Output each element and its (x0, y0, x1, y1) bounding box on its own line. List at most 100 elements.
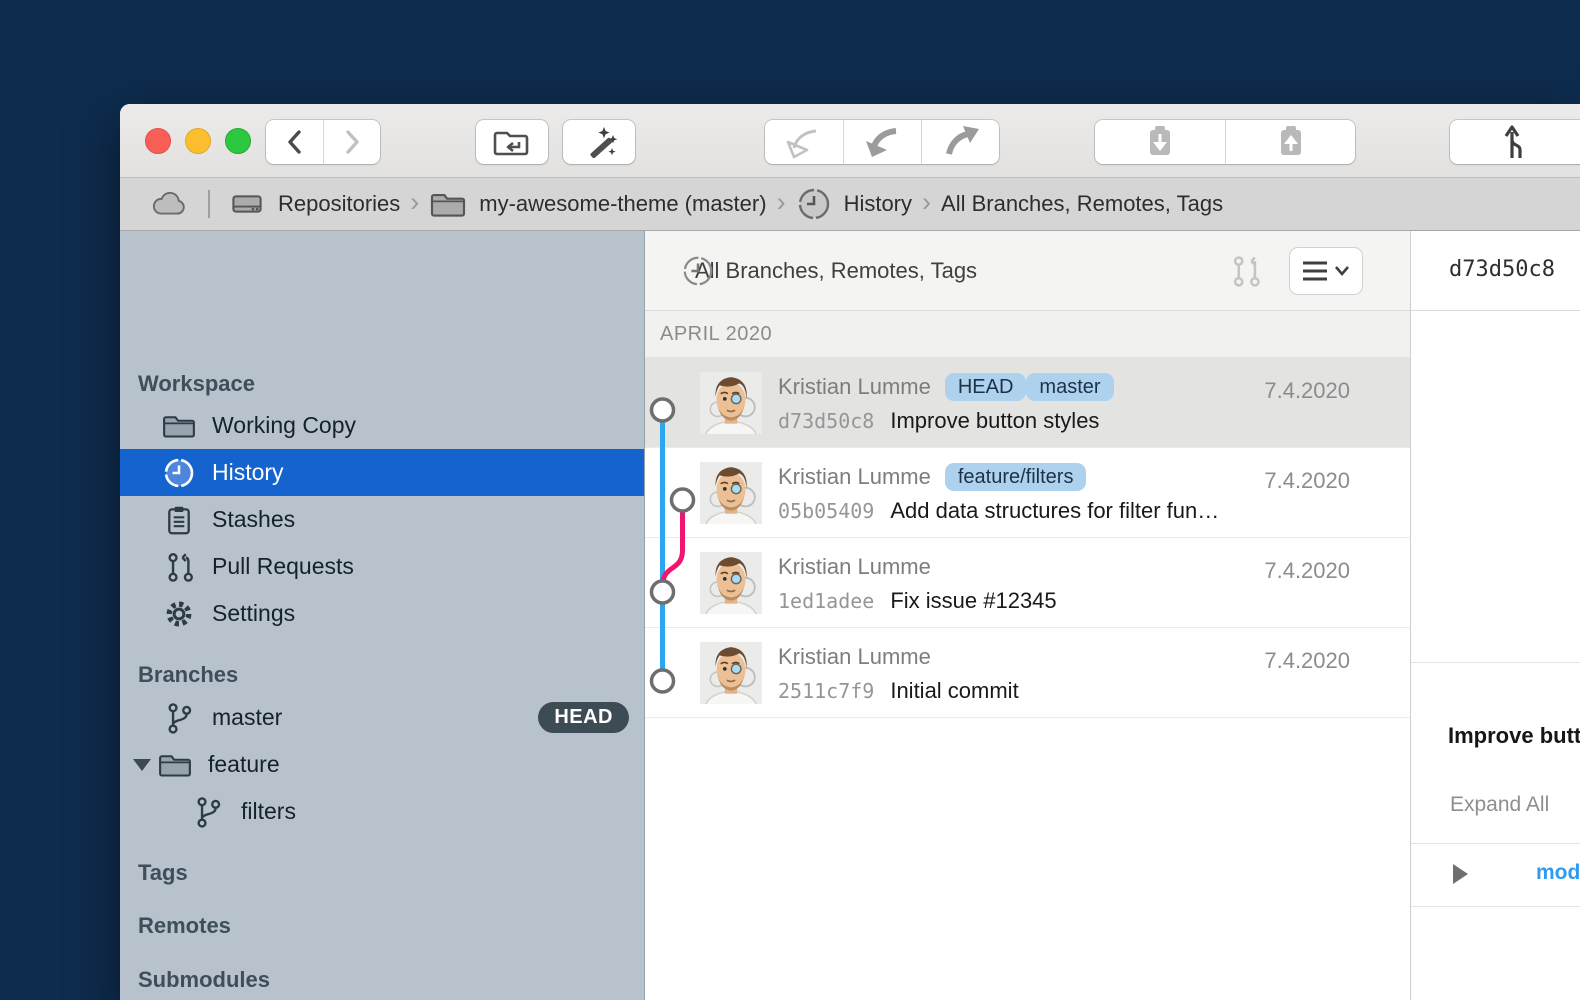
minimize-window-button[interactable] (185, 128, 211, 154)
ref-badge[interactable]: master (1026, 373, 1113, 401)
sidebar-item-branch-master[interactable]: master HEAD (120, 694, 644, 741)
history-clock-icon (796, 186, 832, 222)
commit-row[interactable]: Kristian Lumme feature/filters 05b05409 … (645, 448, 1410, 538)
folder-icon (429, 188, 467, 220)
chevron-right-icon (335, 125, 369, 159)
commit-info: Kristian Lumme HEADmaster d73d50c8 Impro… (778, 371, 1114, 434)
ref-badge[interactable]: feature/filters (945, 463, 1087, 491)
repositories-drive-icon (228, 187, 266, 221)
close-window-button[interactable] (145, 128, 171, 154)
changed-file-status-link[interactable]: modified (1536, 861, 1580, 885)
sidebar-item-stashes[interactable]: Stashes (120, 496, 644, 543)
detail-field-label: Commit ID (1428, 533, 1580, 557)
commit-date: 7.4.2020 (1264, 468, 1350, 494)
avatar (700, 372, 762, 434)
open-repository-button[interactable] (476, 120, 548, 164)
author-avatar-image (700, 642, 762, 704)
date-group-label: APRIL 2020 (660, 323, 772, 346)
pull-request-icon (163, 551, 195, 583)
commit-author: Kristian Lumme (778, 644, 931, 670)
ref-badge[interactable]: HEAD (945, 373, 1027, 401)
author-avatar-image (700, 462, 762, 524)
cloud-icon[interactable] (148, 188, 188, 220)
breadcrumb-item-repositories[interactable]: Repositories (228, 187, 400, 221)
sidebar-item-branch-filters[interactable]: filters (120, 788, 644, 835)
sidebar-item-working-copy[interactable]: Working Copy (120, 402, 644, 449)
author-avatar-image (700, 372, 762, 434)
folder-icon (163, 410, 195, 442)
detail-commit-message: Improve button styles (1448, 723, 1580, 749)
detail-field-label: Author (1428, 333, 1580, 357)
disclosure-triangle-icon[interactable] (133, 759, 151, 771)
commit-date: 7.4.2020 (1264, 648, 1350, 674)
back-button[interactable] (266, 120, 323, 164)
commit-list: Kristian Lumme HEADmaster d73d50c8 Impro… (645, 358, 1410, 718)
sidebar-section-remotes[interactable]: Remotes (138, 913, 231, 939)
commit-badges: HEADmaster (945, 376, 1114, 399)
commit-badges: feature/filters (945, 466, 1087, 489)
panel-divider (1411, 310, 1580, 311)
sidebar-section-submodules[interactable]: Submodules (138, 967, 270, 993)
merge-group (1450, 120, 1580, 164)
detail-field-label: Parent IDs (1428, 573, 1580, 597)
author-avatar-image (700, 552, 762, 614)
breadcrumb-label: Repositories (278, 191, 400, 217)
chevron-down-icon (1334, 265, 1350, 277)
commit-date: 7.4.2020 (1264, 558, 1350, 584)
sidebar-item-pull-requests[interactable]: Pull Requests (120, 543, 644, 590)
clock-icon (681, 254, 715, 288)
commit-detail-panel: d73d50c8 Author Author Date Committer Commi… (1410, 231, 1580, 1000)
stash-group (1095, 120, 1355, 164)
sidebar-item-label: filters (241, 798, 296, 825)
sidebar-item-label: Stashes (212, 506, 295, 533)
commit-hash: d73d50c8 (778, 409, 874, 433)
expand-all-button[interactable]: Expand All (1450, 793, 1549, 817)
undo-all-button[interactable] (765, 120, 843, 164)
sidebar-item-label: master (212, 704, 282, 731)
detail-field-label: Author Date (1428, 373, 1580, 397)
commit-author: Kristian Lumme (778, 464, 931, 490)
avatar (700, 462, 762, 524)
sidebar-item-label: feature (208, 751, 280, 778)
breadcrumb-item-repository[interactable]: my-awesome-theme (master) (429, 188, 766, 220)
clock-icon (163, 457, 195, 489)
sidebar-section-tags[interactable]: Tags (138, 860, 188, 886)
undo-icon (861, 120, 905, 164)
sidebar-item-branch-folder-feature[interactable]: feature (120, 741, 644, 788)
commit-row[interactable]: Kristian Lumme 1ed1adee Fix issue #12345… (645, 538, 1410, 628)
avatar (700, 642, 762, 704)
date-group-header: APRIL 2020 (645, 311, 1410, 358)
branch-icon (192, 796, 224, 828)
sidebar-item-settings[interactable]: Settings (120, 590, 644, 637)
view-options-dropdown[interactable] (1290, 248, 1362, 294)
sidebar-item-history[interactable]: History (120, 449, 644, 496)
commit-row[interactable]: Kristian Lumme HEADmaster d73d50c8 Impro… (645, 358, 1410, 448)
chevron-left-icon (278, 125, 312, 159)
undo-redo-group (765, 120, 999, 164)
stash-save-icon (1138, 120, 1182, 164)
redo-button[interactable] (921, 120, 999, 164)
disclosure-triangle-icon[interactable] (1453, 864, 1468, 884)
sidebar-item-label: Working Copy (212, 412, 356, 439)
commit-row[interactable]: Kristian Lumme 2511c7f9 Initial commit 7… (645, 628, 1410, 718)
detail-commit-hash: d73d50c8 (1449, 257, 1555, 282)
merge-button[interactable] (1450, 120, 1580, 164)
compare-knot-icon[interactable] (1228, 253, 1262, 289)
panel-divider (1411, 843, 1580, 844)
breadcrumb-label: History (844, 191, 912, 217)
breadcrumb-item-history[interactable]: History (796, 186, 912, 222)
quick-actions-button[interactable] (563, 120, 635, 164)
forward-button[interactable] (323, 120, 380, 164)
commit-hash: 1ed1adee (778, 589, 874, 613)
undo-outline-icon (782, 120, 826, 164)
sidebar-section-branches[interactable]: Branches (138, 662, 238, 688)
breadcrumb-item-view[interactable]: All Branches, Remotes, Tags (941, 191, 1223, 217)
stash-save-button[interactable] (1095, 120, 1225, 164)
clipboard-icon (163, 504, 195, 536)
sidebar-section-workspace[interactable]: Workspace (138, 371, 255, 397)
sidebar-item-label: Settings (212, 600, 295, 627)
detail-field-label: Committer (1428, 413, 1580, 437)
zoom-window-button[interactable] (225, 128, 251, 154)
undo-button[interactable] (843, 120, 921, 164)
stash-apply-button[interactable] (1225, 120, 1355, 164)
